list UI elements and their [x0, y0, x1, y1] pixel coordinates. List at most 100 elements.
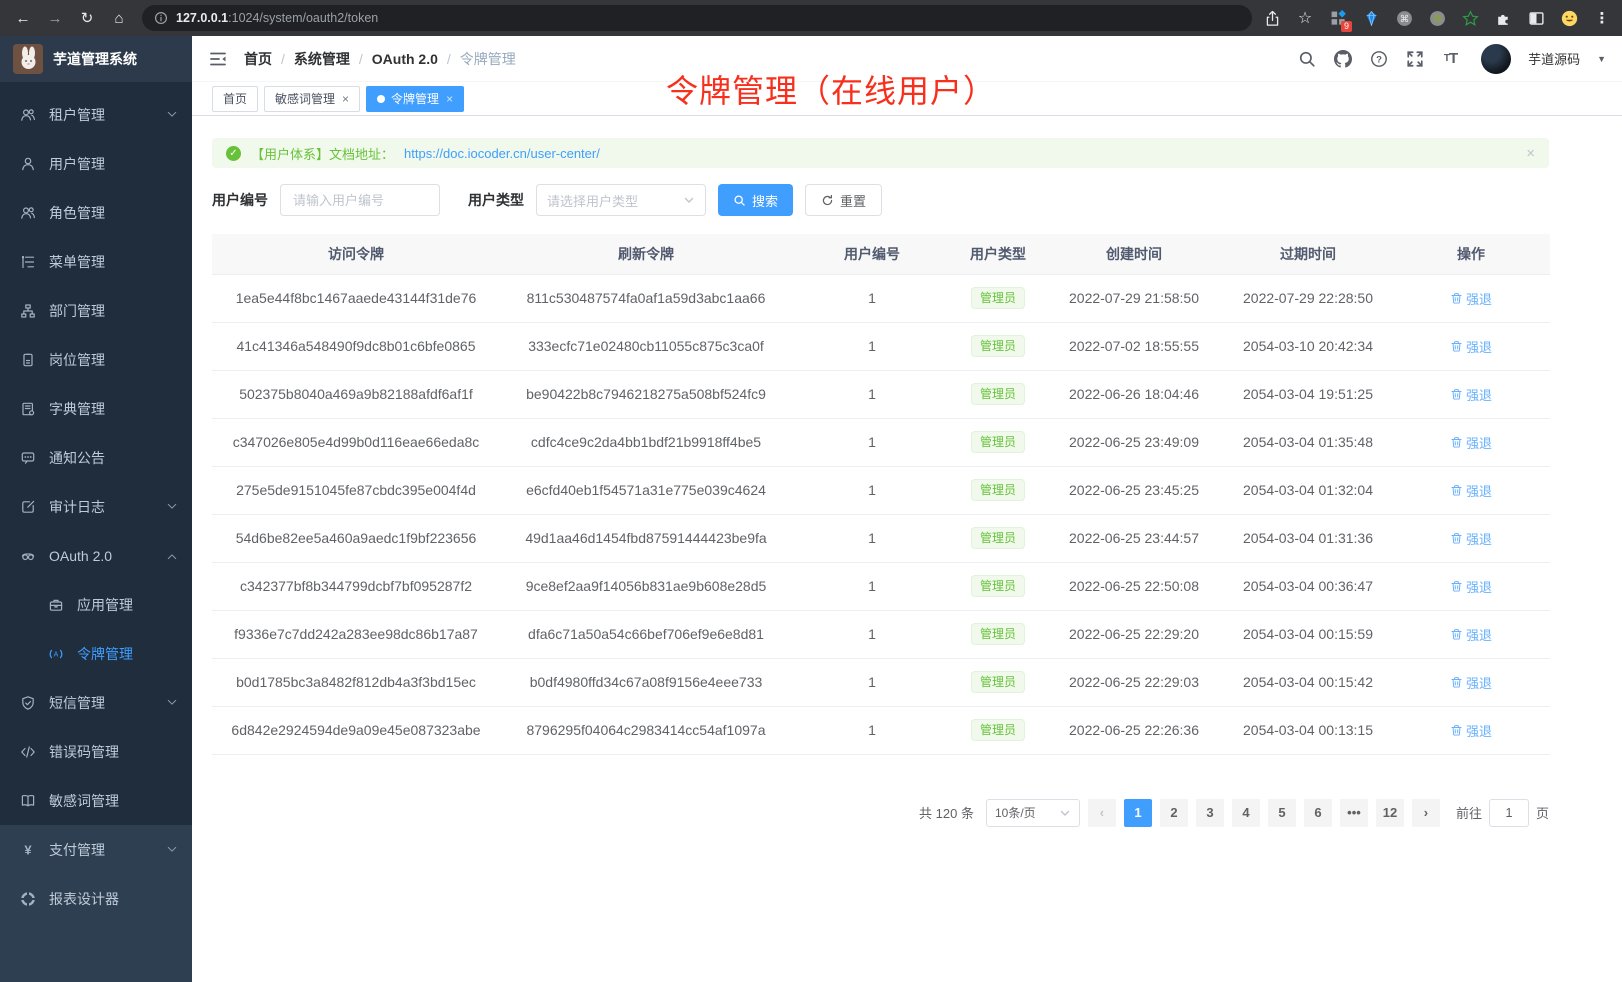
split-screen-icon[interactable] [1526, 8, 1546, 28]
user-avatar[interactable] [1481, 44, 1511, 74]
force-logout-button[interactable]: 强退 [1450, 385, 1492, 404]
sidebar-item-dept[interactable]: 部门管理 [0, 286, 192, 335]
blocks-extension-icon[interactable]: 9 [1328, 8, 1348, 28]
force-logout-button[interactable]: 强退 [1450, 673, 1492, 692]
sidebar-item-menu[interactable]: 菜单管理 [0, 237, 192, 286]
user-type-cell: 管理员 [952, 274, 1044, 322]
breadcrumb-item[interactable]: 首页 [244, 49, 272, 69]
search-button[interactable]: 搜索 [718, 184, 793, 216]
force-logout-button[interactable]: 强退 [1450, 577, 1492, 596]
page-number-4[interactable]: 4 [1232, 799, 1260, 827]
puzzle-extension-icon[interactable] [1493, 8, 1513, 28]
sidebar-item-notice[interactable]: 通知公告 [0, 433, 192, 482]
tab-close-icon[interactable]: × [342, 92, 349, 106]
created-time-cell: 2022-06-25 22:29:03 [1044, 658, 1224, 706]
sidebar-item-user[interactable]: 用户管理 [0, 139, 192, 188]
sidebar-item-tenant[interactable]: 租户管理 [0, 90, 192, 139]
created-time-cell: 2022-07-02 18:55:55 [1044, 322, 1224, 370]
sidebar-item-oauth2-app[interactable]: 应用管理 [0, 580, 192, 629]
force-logout-button[interactable]: 强退 [1450, 529, 1492, 548]
force-logout-button[interactable]: 强退 [1450, 433, 1492, 452]
token-table: 访问令牌刷新令牌用户编号用户类型创建时间过期时间操作 1ea5e44f8bc14… [212, 234, 1550, 755]
prev-page-button[interactable]: ‹ [1088, 799, 1116, 827]
browser-menu-icon[interactable]: ⋮ [1592, 8, 1612, 28]
tab-close-icon[interactable]: × [446, 92, 453, 106]
back-icon[interactable]: ← [10, 5, 36, 31]
sidebar-item-sensitive-word[interactable]: 敏感词管理 [0, 776, 192, 825]
command-extension-icon[interactable]: ⌘ [1394, 8, 1414, 28]
font-size-icon[interactable]: TT [1441, 49, 1460, 68]
tab-label: 首页 [223, 90, 247, 107]
user-id-input[interactable] [280, 184, 440, 216]
reload-icon[interactable]: ↻ [74, 5, 100, 31]
expire-time-cell: 2054-03-04 00:15:59 [1224, 610, 1392, 658]
sidebar-item-error-code[interactable]: 错误码管理 [0, 727, 192, 776]
force-logout-button[interactable]: 强退 [1450, 721, 1492, 740]
fullscreen-icon[interactable] [1405, 49, 1424, 68]
force-logout-button[interactable]: 强退 [1450, 481, 1492, 500]
sidebar-item-label: 用户管理 [49, 154, 178, 174]
page-number-5[interactable]: 5 [1268, 799, 1296, 827]
collapse-sidebar-icon[interactable] [208, 49, 228, 69]
sidebar-item-audit-log[interactable]: 审计日志 [0, 482, 192, 531]
bookmark-star-icon[interactable]: ☆ [1295, 8, 1315, 28]
sidebar-item-oauth2-token[interactable]: A令牌管理 [0, 629, 192, 678]
record-extension-icon[interactable] [1427, 8, 1447, 28]
search-icon[interactable] [1297, 49, 1316, 68]
goto-page-input[interactable] [1489, 799, 1529, 827]
user-type-select[interactable]: 请选择用户类型 [536, 184, 706, 216]
home-icon[interactable]: ⌂ [106, 5, 132, 31]
tenant-users-icon [20, 107, 36, 123]
expire-time-cell: 2054-03-04 01:35:48 [1224, 418, 1392, 466]
force-logout-label: 强退 [1466, 577, 1492, 596]
sidebar-item-pay[interactable]: ¥支付管理 [0, 825, 192, 874]
user-caret-down-icon[interactable]: ▼ [1597, 54, 1606, 64]
chevron-down-icon [166, 844, 178, 856]
star-extension-icon[interactable] [1460, 8, 1480, 28]
page-number-3[interactable]: 3 [1196, 799, 1224, 827]
breadcrumb-item[interactable]: OAuth 2.0 [372, 51, 438, 67]
page-size-select[interactable]: 10条/页 [986, 799, 1080, 827]
trash-icon [1450, 484, 1463, 497]
sidebar-item-post[interactable]: 岗位管理 [0, 335, 192, 384]
alert-close-icon[interactable]: × [1526, 145, 1535, 162]
sidebar-item-sms[interactable]: 短信管理 [0, 678, 192, 727]
share-icon[interactable] [1262, 8, 1282, 28]
username[interactable]: 芋道源码 [1528, 49, 1580, 68]
page-number-2[interactable]: 2 [1160, 799, 1188, 827]
breadcrumb-item[interactable]: 系统管理 [294, 49, 350, 69]
trash-icon [1450, 628, 1463, 641]
sidebar-item-role[interactable]: 角色管理 [0, 188, 192, 237]
forward-icon[interactable]: → [42, 5, 68, 31]
user-type-badge: 管理员 [971, 719, 1025, 741]
address-bar[interactable]: 127.0.0.1:1024/system/oauth2/token [142, 5, 1252, 31]
page-ellipsis[interactable]: ••• [1340, 799, 1368, 827]
force-logout-button[interactable]: 强退 [1450, 289, 1492, 308]
page-number-12[interactable]: 12 [1376, 799, 1404, 827]
access-token-cell: 41c41346a548490f9dc8b01c6bfe0865 [212, 322, 500, 370]
sidebar-item-dict[interactable]: 字典管理 [0, 384, 192, 433]
reset-button[interactable]: 重置 [805, 184, 882, 216]
user-type-badge: 管理员 [971, 527, 1025, 549]
github-icon[interactable] [1333, 49, 1352, 68]
alert-doc-link[interactable]: https://doc.iocoder.cn/user-center/ [404, 146, 600, 161]
emoji-avatar-icon[interactable] [1559, 8, 1579, 28]
refresh-token-cell: 49d1aa46d1454fbd87591444423be9fa [500, 514, 792, 562]
column-header: 创建时间 [1044, 234, 1224, 274]
gem-extension-icon[interactable] [1361, 8, 1381, 28]
tab-令牌管理[interactable]: 令牌管理× [366, 86, 464, 112]
force-logout-button[interactable]: 强退 [1450, 337, 1492, 356]
next-page-button[interactable]: › [1412, 799, 1440, 827]
app-logo-row[interactable]: 芋道管理系统 [0, 36, 192, 82]
action-cell: 强退 [1392, 658, 1550, 706]
tab-敏感词管理[interactable]: 敏感词管理× [264, 86, 360, 112]
refresh-token-cell: cdfc4ce9c2da4bb1bdf21b9918ff4be5 [500, 418, 792, 466]
help-icon[interactable]: ? [1369, 49, 1388, 68]
sidebar-item-report-designer[interactable]: 报表设计器 [0, 874, 192, 923]
tab-首页[interactable]: 首页 [212, 86, 258, 112]
sidebar-item-oauth2[interactable]: OAuth 2.0 [0, 531, 192, 580]
page-info-icon[interactable] [154, 11, 168, 25]
force-logout-button[interactable]: 强退 [1450, 625, 1492, 644]
page-number-1[interactable]: 1 [1124, 799, 1152, 827]
page-number-6[interactable]: 6 [1304, 799, 1332, 827]
